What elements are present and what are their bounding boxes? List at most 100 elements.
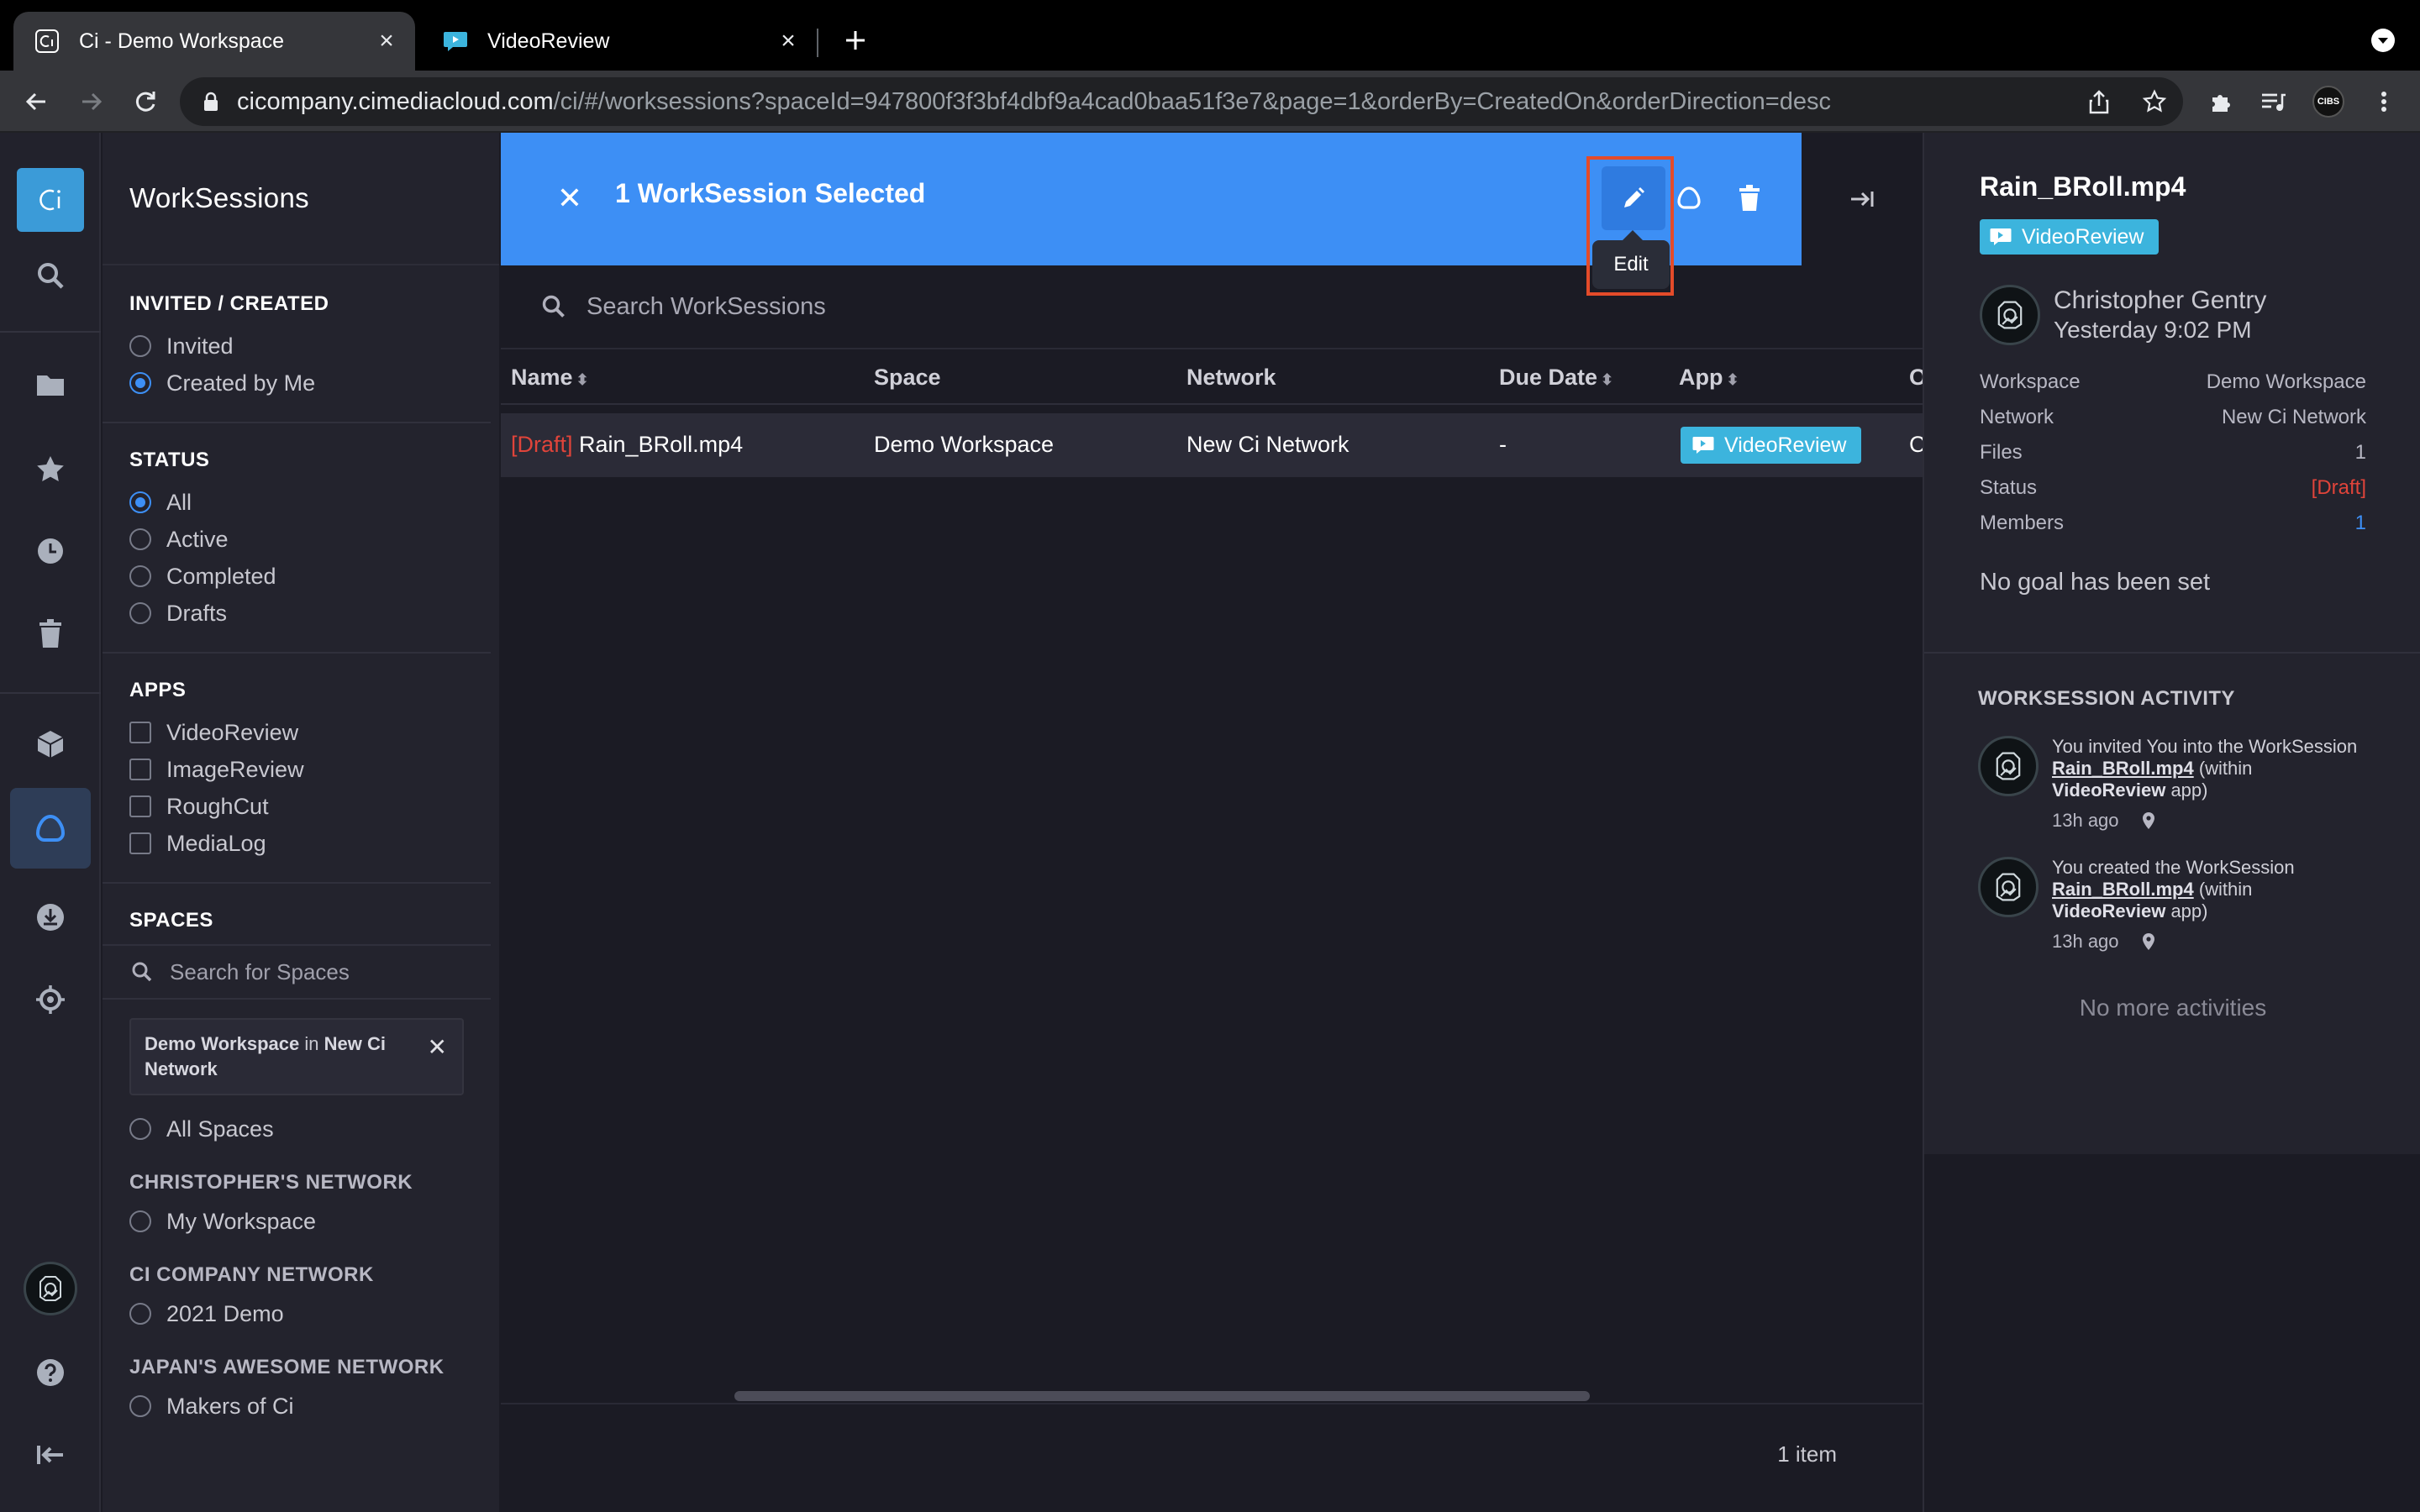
sort-icon[interactable]: ⬍ [1601,371,1613,388]
cube-icon[interactable] [17,711,84,778]
tab-title: VideoReview [487,29,610,53]
search-icon[interactable] [17,242,84,309]
radio-button[interactable] [129,372,151,394]
column-space[interactable]: Space [874,365,941,391]
collapse-rail-icon[interactable] [17,1421,84,1488]
browser-tab-bar: Ci - Demo Workspace × VideoReview × [0,0,2420,71]
worksession-link[interactable]: Rain_BRoll.mp4 [2052,758,2194,779]
column-due-date[interactable]: Due Date ⬍ [1499,365,1613,391]
profile-avatar[interactable]: CIBS [2312,86,2344,118]
worksessions-search-input[interactable]: Search WorkSessions [501,265,1923,349]
radio-button[interactable] [129,602,151,624]
browser-tab-active[interactable]: Ci - Demo Workspace × [13,12,415,71]
filter-status-all[interactable]: All [129,484,464,521]
extensions-puzzle-icon[interactable] [2202,82,2240,121]
details-summary: Rain_BRoll.mp4 VideoReview Christopher G… [1924,133,2420,654]
prop-workspace: Workspace Demo Workspace [1980,370,2366,406]
filter-app-videoreview[interactable]: VideoReview [129,714,464,751]
status-section: STATUS All Active Completed Drafts [103,423,491,654]
clock-icon[interactable] [17,517,84,585]
search-placeholder: Search for Spaces [170,958,350,984]
spaces-search-input[interactable]: Search for Spaces [103,944,491,1000]
user-avatar[interactable] [24,1262,77,1315]
horizontal-scrollbar[interactable] [734,1391,1590,1401]
location-pin-icon[interactable] [2139,811,2158,830]
download-icon[interactable] [17,884,84,951]
worksession-button[interactable] [1657,166,1721,230]
filter-app-medialog[interactable]: MediaLog [129,825,464,862]
radio-button[interactable] [129,1303,151,1325]
detail-title: Rain_BRoll.mp4 [1980,171,2186,202]
bookmark-star-icon[interactable] [2136,83,2173,120]
activity-text: You invited You into the WorkSession Rai… [2052,736,2363,801]
radio-button[interactable] [129,1118,151,1140]
sort-icon[interactable]: ⬍ [576,371,589,388]
filter-space-my-workspace[interactable]: My Workspace [129,1203,464,1240]
radio-button[interactable] [129,335,151,357]
sort-icon[interactable]: ⬍ [1726,371,1739,388]
filter-status-completed[interactable]: Completed [129,558,464,595]
column-network[interactable]: Network [1186,365,1276,391]
star-icon[interactable] [17,435,84,502]
share-icon[interactable] [2081,83,2118,120]
filter-status-drafts[interactable]: Drafts [129,595,464,632]
help-icon[interactable] [17,1339,84,1406]
address-bar[interactable]: cicompany.cimediacloud.com/ci/#/worksess… [180,77,2183,126]
filter-all-spaces[interactable]: All Spaces [129,1110,464,1147]
new-tab-icon[interactable] [837,22,874,59]
prop-value: Demo Workspace [2206,370,2366,393]
members-link[interactable]: 1 [2355,512,2366,547]
ci-logo-icon[interactable] [17,168,84,232]
media-queue-icon[interactable] [2254,82,2292,121]
edit-button[interactable] [1602,166,1665,230]
checkbox[interactable] [129,832,151,854]
row-name: Rain_BRoll.mp4 [579,432,744,457]
owner-block: Christopher Gentry Yesterday 9:02 PM [1980,285,2420,345]
toggle-details-button[interactable] [1802,133,1923,265]
lock-icon[interactable] [198,89,224,114]
location-pin-icon[interactable] [2139,932,2158,951]
folder-icon[interactable] [17,351,84,418]
checkbox[interactable] [129,795,151,817]
forward-icon[interactable] [72,82,111,121]
trash-icon[interactable] [17,600,84,667]
checkbox[interactable] [129,722,151,743]
activity-pre: You invited You into the WorkSession [2052,736,2358,757]
radio-button[interactable] [129,565,151,587]
worksessions-icon[interactable] [10,788,91,869]
network-heading: JAPAN'S AWESOME NETWORK [129,1356,445,1378]
checkbox[interactable] [129,759,151,780]
browser-menu-icon[interactable] [2365,82,2403,121]
tab-search-icon[interactable] [2366,24,2400,57]
clear-selection-icon[interactable]: ✕ [553,181,587,215]
tab-close-icon[interactable]: × [370,24,403,58]
activity-meta: 13h ago [2052,931,2363,953]
table-row[interactable]: [Draft] Rain_BRoll.mp4 Demo Workspace Ne… [501,413,1926,477]
worksession-link[interactable]: Rain_BRoll.mp4 [2052,879,2194,900]
filter-space-2021-demo[interactable]: 2021 Demo [129,1295,464,1332]
filter-created-by-me[interactable]: Created by Me [129,365,464,402]
filter-app-roughcut[interactable]: RoughCut [129,788,464,825]
reload-icon[interactable] [126,82,165,121]
filter-status-active[interactable]: Active [129,521,464,558]
back-icon[interactable] [17,82,55,121]
radio-button[interactable] [129,528,151,550]
activity-app: VideoReview [2052,900,2166,921]
radio-button[interactable] [129,1395,151,1417]
spaces-section: SPACES Search for Spaces Demo Workspace … [103,884,491,1425]
activity-meta: 13h ago [2052,810,2363,832]
filter-app-imagereview[interactable]: ImageReview [129,751,464,788]
filter-space-makers-of-ci[interactable]: Makers of Ci [129,1388,464,1425]
tab-close-icon[interactable]: × [771,24,805,58]
delete-button[interactable] [1718,166,1781,230]
browser-tab-videoreview[interactable]: VideoReview × [422,12,817,71]
remove-chip-icon[interactable]: ✕ [428,1035,447,1060]
radio-button[interactable] [129,491,151,513]
app-left-rail [0,133,101,1512]
filter-invited[interactable]: Invited [129,328,464,365]
radio-button[interactable] [129,1210,151,1232]
table-footer: 1 item [501,1403,1923,1512]
target-icon[interactable] [17,966,84,1033]
column-name[interactable]: Name ⬍ [511,365,589,391]
column-app[interactable]: App ⬍ [1679,365,1739,391]
